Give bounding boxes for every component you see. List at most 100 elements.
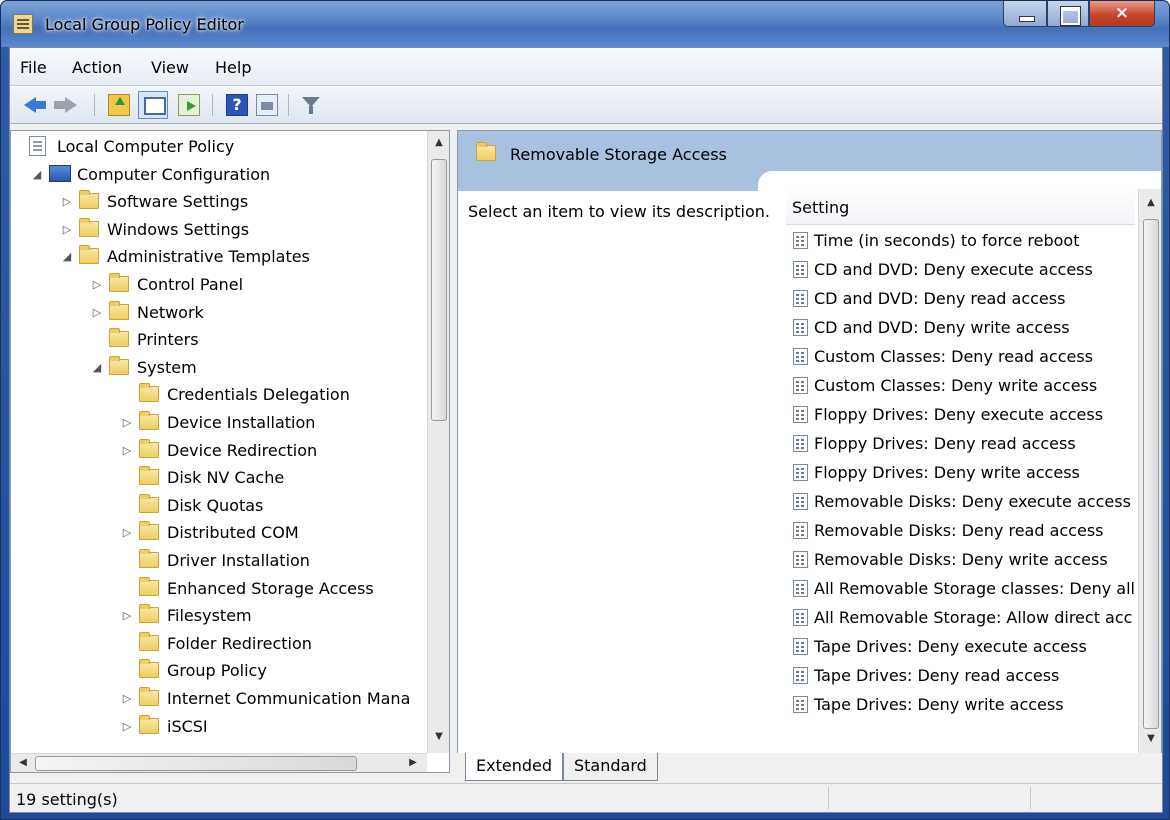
tree-item[interactable]: ◢ System — [11, 354, 427, 381]
tree-item[interactable]: Driver Installation — [11, 547, 427, 574]
tree-item[interactable]: Enhanced Storage Access — [11, 575, 427, 602]
setting-name: Tape Drives: Deny read access — [814, 666, 1060, 685]
list-vertical-scrollbar[interactable]: ▲ ▼ — [1138, 189, 1161, 755]
list-item[interactable]: CD and DVD: Deny read access — [786, 284, 1135, 313]
scroll-up-icon[interactable]: ▲ — [1139, 197, 1161, 208]
list-item[interactable]: Removable Disks: Deny execute access — [786, 487, 1135, 516]
properties-icon[interactable] — [256, 94, 278, 116]
title-bar[interactable]: Local Group Policy Editor × — [1, 1, 1169, 47]
tree-item[interactable]: ▷ Device Installation — [11, 409, 427, 436]
expand-arrow-icon[interactable]: ▷ — [91, 299, 103, 326]
folder-icon — [79, 217, 99, 237]
policy-setting-icon — [793, 435, 808, 452]
tree-item[interactable]: ◢ Computer Configuration — [11, 161, 427, 188]
expand-arrow-icon[interactable]: ▷ — [121, 685, 133, 712]
forward-arrow-icon[interactable] — [54, 94, 77, 116]
list-item[interactable]: CD and DVD: Deny execute access — [786, 255, 1135, 284]
setting-name: All Removable Storage classes: Deny all — [814, 579, 1135, 598]
scroll-thumb[interactable] — [35, 756, 357, 771]
tab-extended[interactable]: Extended — [465, 753, 563, 781]
menu-action[interactable]: Action — [72, 58, 122, 77]
tree-item[interactable]: ◢ Administrative Templates — [11, 243, 427, 270]
list-item[interactable]: All Removable Storage: Allow direct acc — [786, 603, 1135, 632]
main-window: Local Group Policy Editor × File Action … — [0, 0, 1170, 820]
tree-horizontal-scrollbar[interactable]: ◀ ▶ — [11, 753, 427, 772]
tree-item[interactable]: ▷ Windows Settings — [11, 216, 427, 243]
tree-item[interactable]: Credentials Delegation — [11, 381, 427, 408]
tree-item[interactable]: ▷ iSCSI — [11, 713, 427, 740]
menu-view[interactable]: View — [151, 58, 189, 77]
tree-item[interactable]: Printers — [11, 326, 427, 353]
collapse-arrow-icon[interactable]: ◢ — [61, 243, 73, 270]
collapse-arrow-icon[interactable]: ◢ — [91, 354, 103, 381]
list-item[interactable]: Floppy Drives: Deny read access — [786, 429, 1135, 458]
list-item[interactable]: Custom Classes: Deny write access — [786, 371, 1135, 400]
menu-help[interactable]: Help — [215, 58, 251, 77]
list-item[interactable]: Floppy Drives: Deny write access — [786, 458, 1135, 487]
list-item[interactable]: Removable Disks: Deny write access — [786, 545, 1135, 574]
list-item[interactable]: Time (in seconds) to force reboot — [786, 226, 1135, 255]
scroll-left-icon[interactable]: ◀ — [17, 757, 29, 768]
scroll-thumb[interactable] — [431, 159, 447, 421]
collapse-arrow-icon[interactable]: ◢ — [31, 161, 43, 188]
list-item[interactable]: Removable Disks: Deny read access — [786, 516, 1135, 545]
maximize-button[interactable] — [1047, 1, 1089, 27]
policy-setting-icon — [793, 464, 808, 481]
filter-icon[interactable] — [300, 94, 322, 116]
tree-item[interactable]: ▷ Filesystem — [11, 602, 427, 629]
scroll-up-icon[interactable]: ▲ — [428, 137, 449, 148]
export-list-icon[interactable] — [178, 94, 200, 116]
show-hide-tree-icon[interactable] — [138, 91, 168, 119]
tree-item-label: Printers — [137, 330, 199, 350]
list-item[interactable]: Tape Drives: Deny execute access — [786, 632, 1135, 661]
menu-bar: File Action View Help — [10, 48, 1162, 86]
close-icon: × — [1114, 3, 1130, 23]
close-button[interactable]: × — [1089, 1, 1155, 27]
up-folder-icon[interactable] — [108, 94, 130, 116]
computer-icon — [49, 164, 71, 182]
back-arrow-icon[interactable] — [24, 94, 46, 116]
list-item[interactable]: Tape Drives: Deny read access — [786, 661, 1135, 690]
minimize-button[interactable] — [1003, 1, 1047, 27]
details-pane: Removable Storage Access Select an item … — [457, 130, 1162, 773]
column-header-setting[interactable]: Setting — [786, 189, 1135, 225]
list-item[interactable]: Floppy Drives: Deny execute access — [786, 400, 1135, 429]
expand-arrow-icon[interactable]: ▷ — [121, 409, 133, 436]
scroll-down-icon[interactable]: ▼ — [428, 731, 449, 742]
expand-arrow-icon[interactable]: ▷ — [121, 437, 133, 464]
expand-arrow-icon[interactable]: ▷ — [61, 216, 73, 243]
tree-item[interactable]: ▷ Software Settings — [11, 188, 427, 215]
tree-vertical-scrollbar[interactable]: ▲ ▼ — [427, 131, 449, 753]
tree-item[interactable]: ▷ Device Redirection — [11, 437, 427, 464]
tree-item[interactable]: Disk Quotas — [11, 492, 427, 519]
toolbar-separator — [94, 94, 95, 116]
tab-standard[interactable]: Standard — [563, 753, 658, 781]
list-item[interactable]: Custom Classes: Deny read access — [786, 342, 1135, 371]
view-tabs: Extended Standard — [457, 753, 1162, 783]
tree-item[interactable]: ▷ Network — [11, 299, 427, 326]
menu-file[interactable]: File — [20, 58, 47, 77]
tree-item[interactable]: Local Computer Policy — [11, 133, 427, 160]
list-item[interactable]: CD and DVD: Deny write access — [786, 313, 1135, 342]
status-separator — [828, 787, 829, 809]
tree-item[interactable]: ▷ Control Panel — [11, 271, 427, 298]
tree-item[interactable]: Folder Redirection — [11, 630, 427, 657]
tree-item[interactable]: Group Policy — [11, 657, 427, 684]
expand-arrow-icon[interactable]: ▷ — [61, 188, 73, 215]
list-item[interactable]: All Removable Storage classes: Deny all — [786, 574, 1135, 603]
tree-item-label: Disk Quotas — [167, 495, 264, 515]
scroll-down-icon[interactable]: ▼ — [1139, 733, 1161, 744]
scroll-right-icon[interactable]: ▶ — [407, 757, 419, 768]
expand-arrow-icon[interactable]: ▷ — [121, 519, 133, 546]
help-icon[interactable]: ? — [226, 94, 248, 116]
expand-arrow-icon[interactable]: ▷ — [121, 713, 133, 740]
tree-item-label: Windows Settings — [107, 219, 250, 239]
list-item[interactable]: Tape Drives: Deny write access — [786, 690, 1135, 719]
tree-item[interactable]: ▷ Internet Communication Mana — [11, 685, 427, 712]
scroll-thumb[interactable] — [1143, 219, 1159, 729]
tree-item[interactable]: Disk NV Cache — [11, 464, 427, 491]
setting-name: Floppy Drives: Deny execute access — [814, 405, 1104, 424]
expand-arrow-icon[interactable]: ▷ — [91, 271, 103, 298]
expand-arrow-icon[interactable]: ▷ — [121, 602, 133, 629]
tree-item[interactable]: ▷ Distributed COM — [11, 519, 427, 546]
